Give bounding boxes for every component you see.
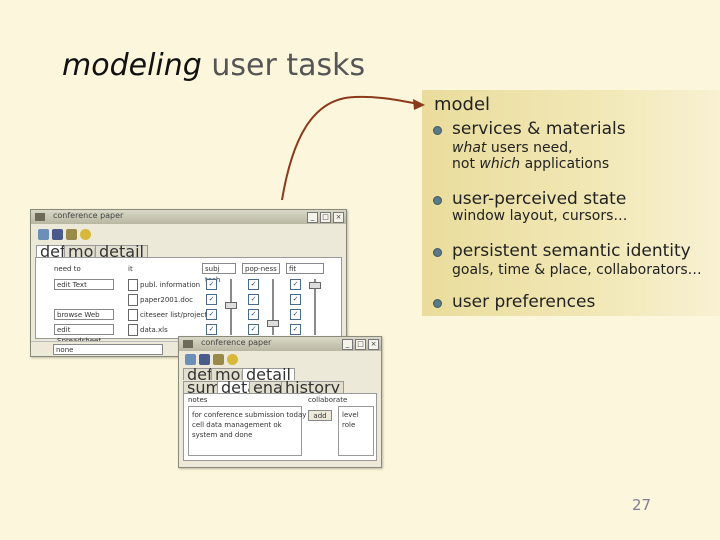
window-icon bbox=[35, 213, 45, 221]
slider-knob[interactable] bbox=[225, 302, 237, 309]
check-box[interactable]: ✓ bbox=[290, 279, 301, 290]
col-header-it: it bbox=[128, 265, 133, 273]
details-pane: notes for conference submission today ce… bbox=[183, 393, 377, 461]
collaborator-item[interactable]: level bbox=[342, 411, 359, 419]
notes-line: cell data management ok bbox=[192, 421, 282, 429]
window-titlebar[interactable]: conference paper _ □ × bbox=[179, 337, 381, 351]
save-icon[interactable] bbox=[199, 354, 210, 365]
check-box[interactable]: ✓ bbox=[206, 309, 217, 320]
notes-textarea[interactable]: for conference submission today cell dat… bbox=[188, 406, 306, 456]
document-icon bbox=[128, 324, 138, 336]
notes-line: system and done bbox=[192, 431, 253, 439]
doc-label[interactable]: citeseer list/project bbox=[140, 311, 207, 319]
maximize-button[interactable]: □ bbox=[320, 212, 331, 223]
need-field[interactable]: browse Web bbox=[54, 309, 114, 320]
document-icon bbox=[128, 309, 138, 321]
dropdown-fit[interactable]: fit bbox=[286, 263, 324, 274]
task-window-main[interactable]: conference paper _ □ × define monitor de… bbox=[30, 209, 347, 357]
dropdown-pop-ness[interactable]: pop-ness bbox=[242, 263, 280, 274]
settings-icon[interactable] bbox=[66, 229, 77, 240]
help-icon[interactable] bbox=[80, 229, 91, 240]
check-box[interactable]: ✓ bbox=[206, 279, 217, 290]
minimize-button[interactable]: _ bbox=[307, 212, 318, 223]
check-box[interactable]: ✓ bbox=[206, 324, 217, 335]
save-icon[interactable] bbox=[52, 229, 63, 240]
slider-knob[interactable] bbox=[267, 320, 279, 327]
settings-icon[interactable] bbox=[213, 354, 224, 365]
need-field[interactable]: edit Text bbox=[54, 279, 114, 290]
check-box[interactable]: ✓ bbox=[290, 294, 301, 305]
check-box[interactable]: ✓ bbox=[290, 324, 301, 335]
collaborator-item[interactable]: role bbox=[342, 421, 355, 429]
window-title: conference paper bbox=[201, 338, 272, 347]
check-box[interactable]: ✓ bbox=[248, 309, 259, 320]
add-button[interactable]: add bbox=[308, 410, 332, 421]
window-icon bbox=[183, 340, 193, 348]
help-icon[interactable] bbox=[227, 354, 238, 365]
collaborator-list[interactable]: level role bbox=[338, 406, 374, 456]
slider-knob[interactable] bbox=[309, 282, 321, 289]
new-icon[interactable] bbox=[38, 229, 49, 240]
notes-line: for conference submission today bbox=[192, 411, 307, 419]
dropdown-subj-tech[interactable]: subj tech bbox=[202, 263, 236, 284]
define-pane: need to it subj tech pop-ness fit edit T… bbox=[35, 257, 342, 345]
tab-detail[interactable]: detail bbox=[95, 244, 148, 260]
close-button[interactable]: × bbox=[333, 212, 344, 223]
minimize-button[interactable]: _ bbox=[342, 339, 353, 350]
notes-label: notes bbox=[188, 396, 208, 404]
check-box[interactable]: ✓ bbox=[248, 294, 259, 305]
check-box[interactable]: ✓ bbox=[206, 294, 217, 305]
window-titlebar[interactable]: conference paper _ □ × bbox=[31, 210, 346, 224]
check-box[interactable]: ✓ bbox=[290, 309, 301, 320]
maximize-button[interactable]: □ bbox=[355, 339, 366, 350]
status-field[interactable]: none bbox=[53, 344, 163, 355]
doc-label[interactable]: data.xls bbox=[140, 326, 168, 334]
col-header-need: need to bbox=[54, 265, 81, 273]
new-icon[interactable] bbox=[185, 354, 196, 365]
doc-label[interactable]: paper2001.doc bbox=[140, 296, 193, 304]
doc-label[interactable]: publ. information bbox=[140, 281, 200, 289]
check-box[interactable]: ✓ bbox=[248, 279, 259, 290]
subtab-history[interactable]: history bbox=[281, 380, 345, 396]
document-icon bbox=[128, 279, 138, 291]
page-number: 27 bbox=[632, 496, 652, 514]
collaborate-label: collaborate bbox=[308, 396, 348, 404]
window-title: conference paper bbox=[53, 211, 124, 220]
check-box[interactable]: ✓ bbox=[248, 324, 259, 335]
document-icon bbox=[128, 294, 138, 306]
task-window-detail[interactable]: conference paper _ □ × define monitor de… bbox=[178, 336, 382, 468]
need-field[interactable]: edit Spreadsheet bbox=[54, 324, 114, 345]
close-button[interactable]: × bbox=[368, 339, 379, 350]
